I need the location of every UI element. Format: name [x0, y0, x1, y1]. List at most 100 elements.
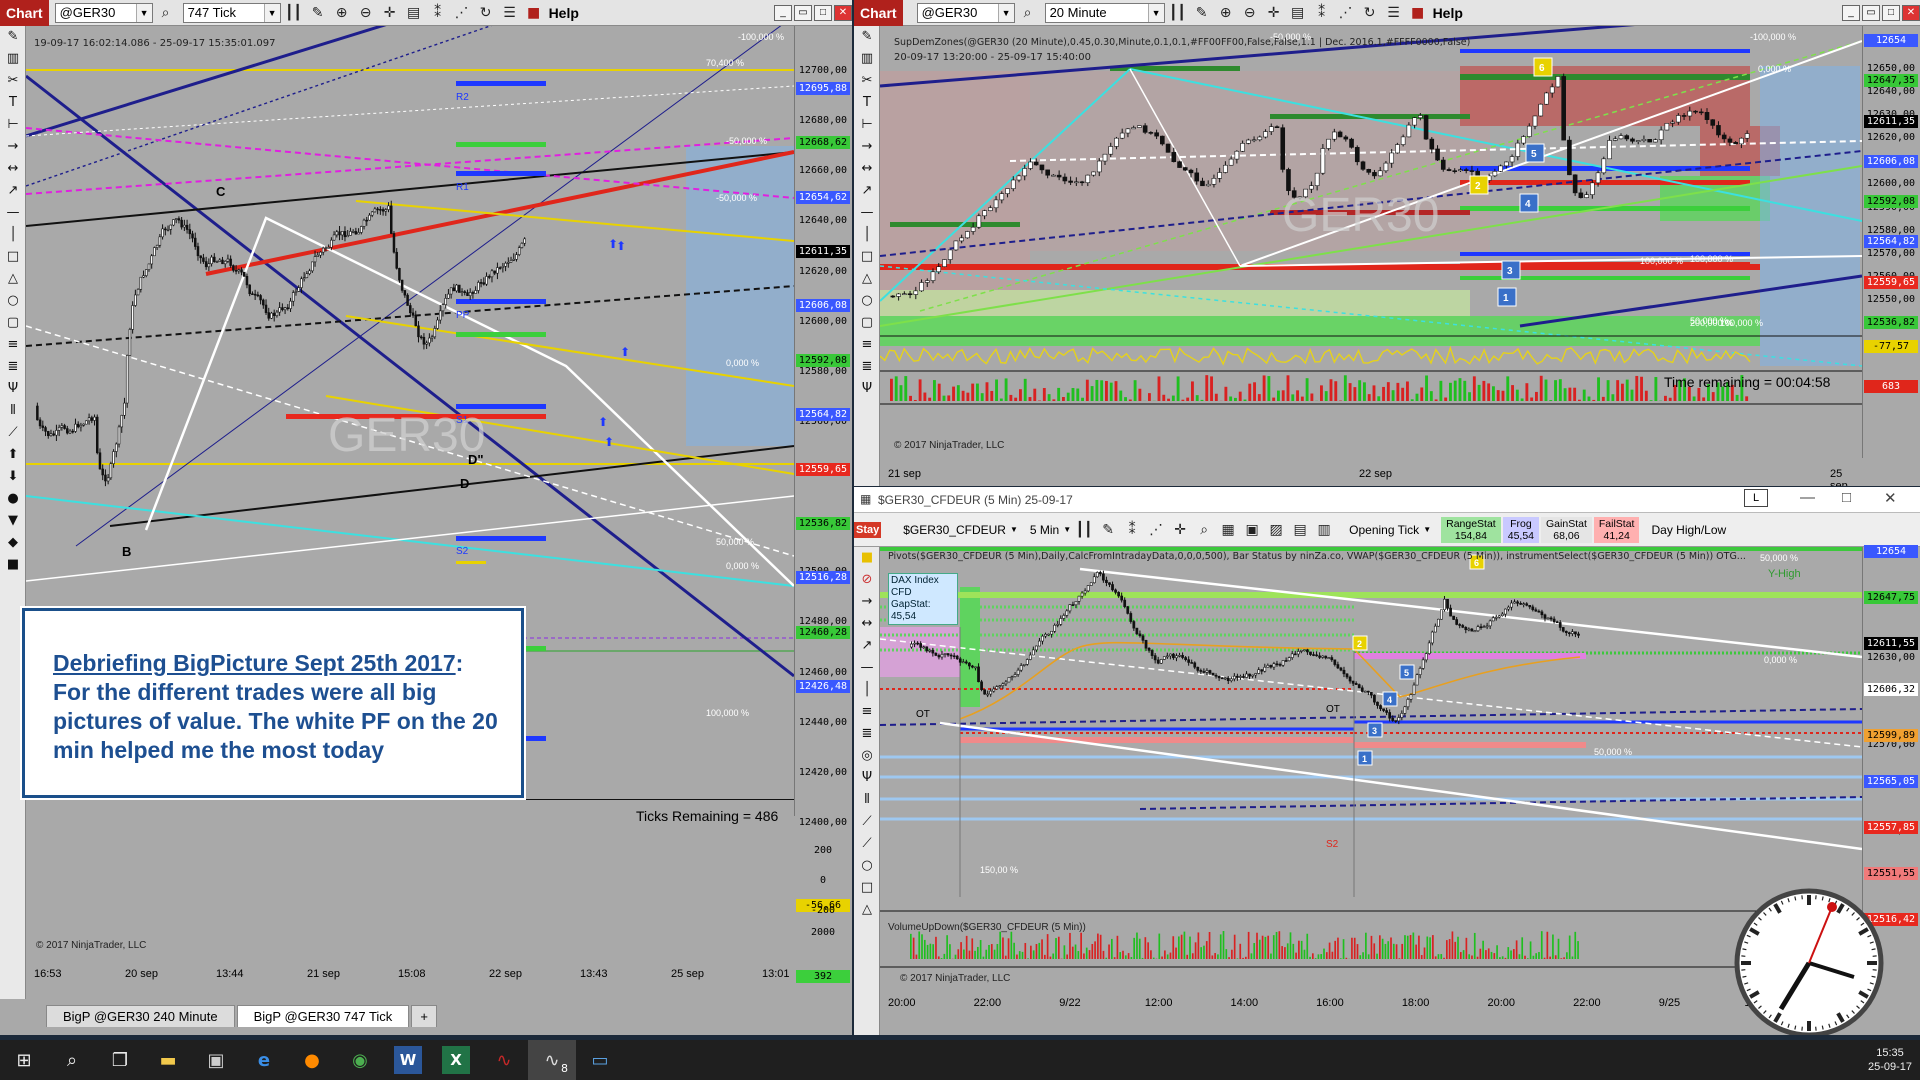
bar-style-icon[interactable]: ┃┃ — [1167, 2, 1189, 24]
ray-tool-icon[interactable]: → — [854, 591, 880, 613]
triangle-icon[interactable]: △ — [854, 268, 880, 290]
day-high-low-button[interactable]: Day High/Low — [1651, 523, 1726, 537]
help-menu[interactable]: Help — [1433, 5, 1463, 21]
rectangle-icon[interactable]: □ — [0, 246, 26, 268]
bottom-price-chart[interactable]: 625431OT OTS250,000 %0,000 %50,000 %150,0… — [880, 547, 1862, 1013]
vertical-line-icon[interactable]: │ — [0, 224, 26, 246]
ray-tool-icon[interactable]: → — [0, 136, 26, 158]
chat-icon[interactable]: ▭ — [576, 1040, 624, 1080]
maximize-button[interactable]: □ — [1842, 489, 1851, 506]
strategies-icon[interactable]: ⁑ — [1121, 519, 1143, 541]
close-button[interactable]: ✕ — [1884, 489, 1897, 507]
maximize-button[interactable]: □ — [814, 4, 832, 21]
pitchfork-icon[interactable]: Ψ — [0, 378, 26, 400]
andrews-icon[interactable]: ⫴ — [0, 400, 26, 422]
region-icon[interactable]: ▢ — [854, 312, 880, 334]
search-icon[interactable]: ⌕ — [1017, 2, 1039, 24]
pencil-icon[interactable]: ✎ — [1097, 519, 1119, 541]
pencil-icon[interactable]: ✎ — [1191, 2, 1213, 24]
target-icon[interactable]: ◎ — [854, 745, 880, 767]
edge-icon[interactable]: e — [240, 1040, 288, 1080]
taskbar-clock[interactable]: 15:35 25-09-17 — [1860, 1046, 1920, 1074]
ninjatrader8-icon[interactable]: ∿ 8 — [528, 1040, 576, 1080]
reload-icon[interactable]: ↻ — [475, 2, 497, 24]
help-book-icon[interactable]: ■ — [523, 2, 545, 24]
rectangle-icon[interactable]: □ — [854, 877, 880, 899]
left-price-axis[interactable]: 12700,00 12680,00 12660,00 12640,00 12620,00… — [794, 26, 852, 983]
firefox-icon[interactable]: ● — [288, 1040, 336, 1080]
bottom-L-button[interactable]: L — [1744, 489, 1768, 507]
chart-trader-icon[interactable]: ▣ — [1241, 519, 1263, 541]
text-tool-icon[interactable]: T — [854, 92, 880, 114]
fib-retracement-icon[interactable]: ≡ — [854, 701, 880, 723]
gann-fan-icon[interactable]: ⟋ — [854, 833, 880, 855]
vertical-line-icon[interactable]: │ — [854, 679, 880, 701]
close-button[interactable]: ✕ — [1902, 4, 1920, 21]
gann-icon[interactable]: ⟋ — [854, 811, 880, 833]
opening-tick-selector[interactable]: Opening Tick ▼ — [1349, 523, 1431, 537]
interval-selector[interactable]: 747 Tick ▼ — [182, 2, 281, 23]
close-button[interactable]: ✕ — [834, 4, 852, 21]
bar-style-icon[interactable]: ┃┃ — [1073, 519, 1095, 541]
minimize-button[interactable]: _ — [1842, 4, 1860, 21]
risk-reward-icon[interactable]: ✂ — [0, 70, 26, 92]
zoom-out-icon[interactable]: ⊖ — [1239, 2, 1261, 24]
rectangle-icon[interactable]: □ — [854, 246, 880, 268]
chrome-icon[interactable]: ◉ — [336, 1040, 384, 1080]
minimize-button[interactable]: _ — [774, 4, 792, 21]
reload-icon[interactable]: ↻ — [1359, 2, 1381, 24]
help-book-icon[interactable]: ■ — [1407, 2, 1429, 24]
horizontal-line-icon[interactable]: — — [854, 657, 880, 679]
triangle-icon[interactable]: △ — [854, 899, 880, 921]
word-icon[interactable]: W — [394, 1046, 422, 1074]
ray-tool-icon[interactable]: → — [854, 136, 880, 158]
andrews-icon[interactable]: ⫴ — [854, 789, 880, 811]
printer-icon[interactable]: ▣ — [192, 1040, 240, 1080]
crosshair-icon[interactable]: ✛ — [1169, 519, 1191, 541]
ellipse-icon[interactable]: ○ — [0, 290, 26, 312]
chart-menu-button[interactable]: Chart — [0, 0, 49, 26]
instrument-selector[interactable]: @GER30 ▼ — [916, 2, 1015, 23]
indicators-icon[interactable]: ⋰ — [1335, 2, 1357, 24]
pencil-tool-icon[interactable]: ✎ — [854, 26, 880, 48]
indicators-icon[interactable]: ⋰ — [1145, 519, 1167, 541]
horizontal-line-icon[interactable]: — — [854, 202, 880, 224]
ninjatrader-icon[interactable]: ∿ — [480, 1040, 528, 1080]
list-icon[interactable]: ☰ — [1383, 2, 1405, 24]
arrow-line-icon[interactable]: ↗ — [0, 180, 26, 202]
grid-icon[interactable]: ▦ — [1217, 519, 1239, 541]
arrow-down-icon[interactable]: ⬇ — [0, 466, 26, 488]
restore-button[interactable]: ▭ — [1862, 4, 1880, 21]
bar-style-icon[interactable]: ┃┃ — [283, 2, 305, 24]
zoom-icon[interactable]: ⌕ — [1193, 519, 1215, 541]
instrument-selector[interactable]: $GER30_CFDEUR ▼ — [903, 523, 1018, 537]
indicators-icon[interactable]: ⋰ — [451, 2, 473, 24]
restore-button[interactable]: ▭ — [794, 4, 812, 21]
chart-menu-button[interactable]: Chart — [854, 0, 903, 26]
ruler-tool-icon[interactable]: ▥ — [0, 48, 26, 70]
properties-icon[interactable]: ▤ — [1287, 2, 1309, 24]
fib-extension-icon[interactable]: ≣ — [854, 723, 880, 745]
pencil-tool-icon[interactable]: ✎ — [0, 26, 26, 48]
arrow-line-icon[interactable]: ↗ — [854, 180, 880, 202]
list-icon[interactable]: ☰ — [499, 2, 521, 24]
right-price-axis[interactable]: 12650,0012640,0012630,0012620,0012610,00… — [1862, 26, 1920, 458]
extended-line-icon[interactable]: ↔ — [854, 158, 880, 180]
line-tool-icon[interactable]: ⊢ — [0, 114, 26, 136]
properties-icon[interactable]: ▤ — [403, 2, 425, 24]
ellipse-icon[interactable]: ○ — [854, 290, 880, 312]
line-tool-icon[interactable]: ⊢ — [854, 114, 880, 136]
pencil-icon[interactable]: ✎ — [307, 2, 329, 24]
help-menu[interactable]: Help — [549, 5, 579, 21]
data-box-icon[interactable]: ▥ — [1313, 519, 1335, 541]
dot-icon[interactable]: ● — [0, 488, 26, 510]
crosshair-icon[interactable]: ✛ — [379, 2, 401, 24]
vertical-line-icon[interactable]: │ — [854, 224, 880, 246]
tab-747-tick[interactable]: BigP @GER30 747 Tick — [236, 1005, 410, 1027]
yellow-square-icon[interactable]: ■ — [854, 547, 880, 569]
text-tool-icon[interactable]: T — [0, 92, 26, 114]
zoom-in-icon[interactable]: ⊕ — [331, 2, 353, 24]
stay-button[interactable]: Stay — [854, 521, 882, 538]
region-icon[interactable]: ▢ — [0, 312, 26, 334]
crosshair-icon[interactable]: ✛ — [1263, 2, 1285, 24]
